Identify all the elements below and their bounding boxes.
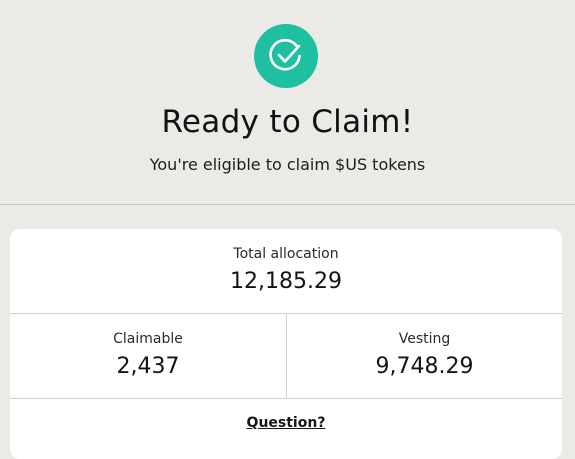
vesting-label: Vesting (398, 331, 451, 347)
card-footer-divider (10, 398, 562, 399)
allocation-card: Total allocation 12,185.29 Claimable 2,4… (10, 229, 562, 459)
claimable-label: Claimable (113, 331, 183, 347)
claim-header: Ready to Claim! You're eligible to claim… (0, 0, 575, 204)
total-allocation-label: Total allocation (233, 246, 339, 262)
claimable-value: 2,437 (116, 354, 180, 379)
claimable-section: Claimable 2,437 (10, 314, 287, 398)
total-allocation-section: Total allocation 12,185.29 (10, 229, 562, 314)
question-footer: Question? (10, 412, 562, 431)
question-link[interactable]: Question? (247, 415, 326, 431)
total-allocation-value: 12,185.29 (230, 269, 342, 294)
vesting-value: 9,748.29 (375, 354, 474, 379)
vesting-section: Vesting 9,748.29 (287, 314, 562, 398)
page-title: Ready to Claim! (161, 104, 414, 140)
eligibility-subtitle: You're eligible to claim $US tokens (149, 155, 426, 174)
header-divider (0, 204, 575, 205)
check-circle-icon (254, 24, 318, 88)
